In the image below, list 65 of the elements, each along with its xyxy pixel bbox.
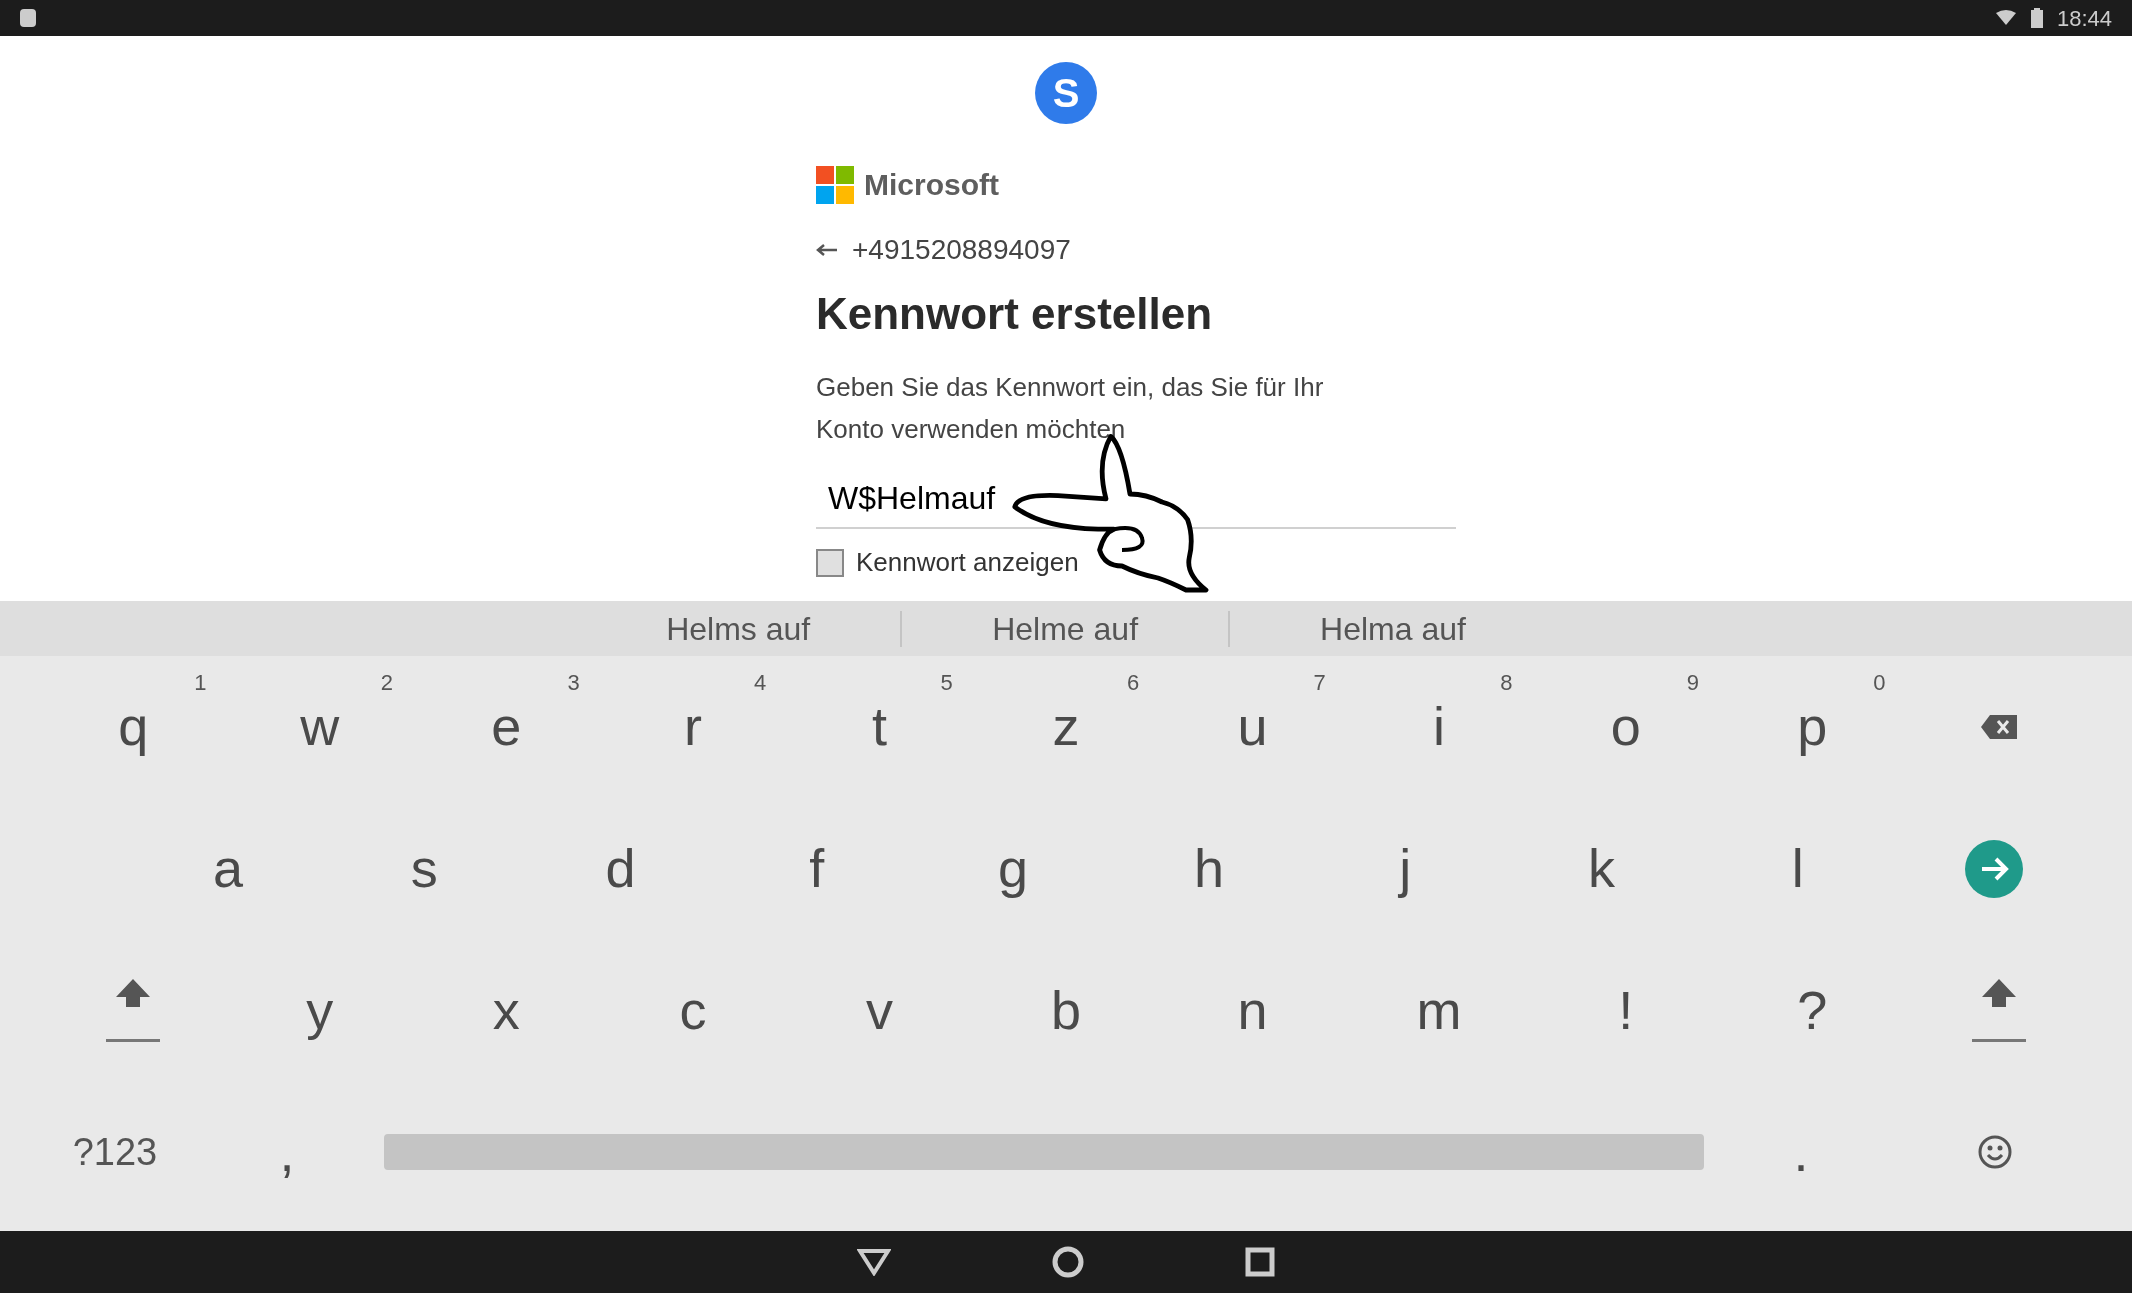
key[interactable]: b	[972, 939, 1160, 1082]
key[interactable]: f	[718, 797, 915, 940]
key-hint: 2	[380, 669, 394, 697]
key[interactable]: !	[1532, 939, 1719, 1082]
key[interactable]: v	[786, 939, 973, 1082]
key[interactable]: j	[1307, 797, 1504, 940]
app-logo: S	[1035, 62, 1097, 124]
key-hint: 6	[1127, 669, 1140, 697]
key[interactable]: a	[130, 797, 327, 940]
key[interactable]: z 6	[972, 656, 1160, 798]
key[interactable]: k	[1503, 797, 1700, 940]
key-hint: 8	[1500, 669, 1513, 697]
wifi-icon	[1994, 10, 2017, 26]
home-circle-icon[interactable]	[1051, 1245, 1085, 1279]
key[interactable]: c	[599, 939, 787, 1082]
key[interactable]: l	[1699, 797, 1896, 940]
key-hint: 4	[753, 669, 767, 697]
shift-icon	[106, 977, 161, 1044]
checkbox[interactable]	[816, 548, 844, 577]
key-hint: 3	[567, 669, 580, 697]
key-hint: 0	[1873, 669, 1886, 697]
key-hint: 7	[1313, 669, 1326, 697]
description-text: Geben Sie das Kennwort ein, das Sie für Ihr	[816, 371, 1325, 403]
brand-name: Microsoft	[864, 167, 999, 203]
key[interactable]: q 1	[40, 656, 227, 798]
checkbox-label: Kennwort anzeigen	[856, 546, 1079, 579]
key[interactable]: .	[1704, 1081, 1898, 1223]
key[interactable]: d	[522, 797, 719, 940]
smiley-icon	[1978, 1135, 2012, 1170]
key[interactable]: y	[226, 939, 414, 1082]
square-icon[interactable]	[1245, 1247, 1275, 1277]
key[interactable]: w 2	[226, 656, 414, 798]
key[interactable]: n	[1159, 939, 1346, 1082]
shift-icon	[1971, 977, 2026, 1044]
key-hint: 5	[940, 669, 953, 697]
microsoft-logo-icon	[816, 165, 854, 204]
key[interactable]: i 8	[1345, 656, 1533, 798]
back-arrow-icon[interactable]	[816, 243, 838, 257]
key[interactable]: x	[413, 939, 600, 1082]
description-text: Konto verwenden möchten	[816, 413, 1127, 445]
key[interactable]: p 0	[1718, 656, 1906, 798]
symbols-key[interactable]: ?123	[40, 1081, 190, 1223]
key[interactable]: o 9	[1532, 656, 1719, 798]
key[interactable]: s	[326, 797, 523, 940]
key[interactable]: m	[1345, 939, 1533, 1082]
key[interactable]: g	[914, 797, 1111, 940]
key[interactable]: ,	[190, 1081, 384, 1223]
key-hint: 9	[1686, 669, 1699, 697]
key[interactable]: t 5	[786, 656, 973, 798]
key[interactable]: u 7	[1159, 656, 1346, 798]
suggestion[interactable]: Helme auf	[992, 604, 1138, 653]
suggestion[interactable]: Helms auf	[666, 604, 811, 653]
page-heading: Kennwort erstellen	[816, 288, 1214, 340]
suggestion[interactable]: Helma auf	[1320, 604, 1466, 653]
account-number: +4915208894097	[852, 233, 1071, 267]
key[interactable]: e 3	[413, 656, 600, 798]
key[interactable]: r 4	[599, 656, 787, 798]
key[interactable]: h	[1111, 797, 1308, 940]
battery-icon	[2030, 8, 2043, 28]
clock-time: 18:44	[2056, 4, 2112, 33]
backspace-icon	[1979, 713, 2018, 740]
key[interactable]: ?	[1718, 939, 1906, 1082]
lock-icon	[20, 9, 36, 27]
back-triangle-icon[interactable]	[857, 1248, 891, 1276]
key-hint: 1	[194, 669, 207, 697]
